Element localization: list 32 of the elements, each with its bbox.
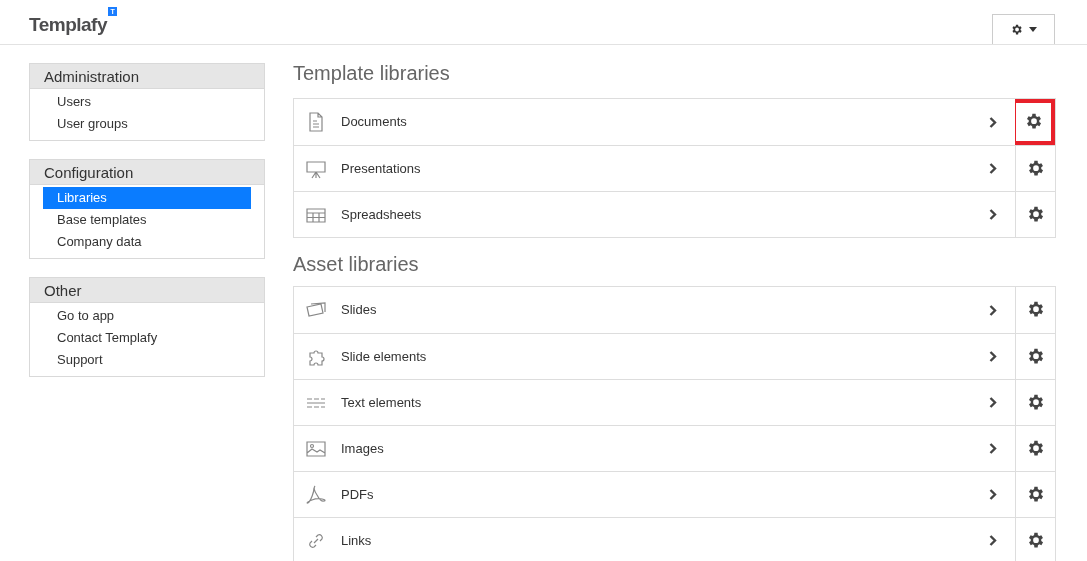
sidebar-item[interactable]: Support [43,349,251,371]
row-label: Presentations [341,159,422,178]
library-row[interactable]: Text elements [294,380,1015,425]
panel-title: Other [30,278,264,303]
sidebar-item[interactable]: Go to app [43,305,251,327]
library-row[interactable]: Slides [294,287,1015,333]
panel-title: Administration [30,64,264,89]
library-row[interactable]: Links [294,518,1015,561]
row-label: PDFs [341,485,375,504]
library-row[interactable]: Presentations [294,146,1015,191]
logo: Templafy [29,12,107,37]
sidebar-item[interactable]: Contact Templafy [43,327,251,349]
sidebar-item[interactable]: Company data [43,231,251,253]
row-label: Slides [341,301,378,320]
row-label: Spreadsheets [341,205,423,224]
row-label: Slide elements [341,347,428,366]
section-title: Template libraries [293,63,451,86]
sidebar-item[interactable]: Libraries [43,187,251,209]
library-row[interactable]: PDFs [294,472,1015,517]
row-label: Text elements [341,393,423,412]
sidebar-item[interactable]: User groups [43,113,251,135]
library-row[interactable]: Spreadsheets [294,192,1015,237]
sidebar-item[interactable]: Users [43,91,251,113]
panel-title: Configuration [30,160,264,185]
row-label: Documents [341,113,408,132]
library-row[interactable]: Slide elements [294,334,1015,379]
library-row[interactable]: Documents [294,99,1015,145]
sidebar-item[interactable]: Base templates [43,209,251,231]
section-title: Asset libraries [293,252,420,277]
row-label: Links [341,531,373,550]
library-row[interactable]: Images [294,426,1015,471]
row-label: Images [341,439,385,458]
